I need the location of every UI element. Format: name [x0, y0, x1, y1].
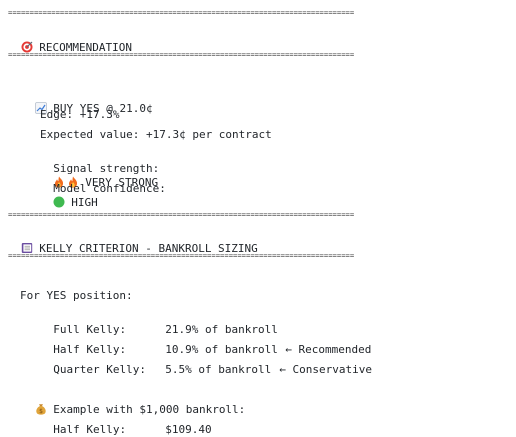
recommendation-action: BUY YES @ 21.0¢: [22, 88, 153, 115]
kelly-row-note: ← Conservative: [279, 363, 372, 376]
example-heading: $ Example with $1,000 bankroll:: [22, 389, 245, 416]
edge-value: Edge: +17.3%: [40, 108, 120, 121]
kelly-row-label: Quarter Kelly:: [53, 363, 146, 376]
kelly-row: Quarter Kelly: 5.5% of bankroll ← Conserva…: [40, 349, 372, 376]
expected-value: Expected value: +17.3¢ per contract: [40, 128, 272, 141]
position-label: For YES position:: [20, 289, 133, 302]
kelly-row-value: 5.5% of bankroll: [165, 363, 272, 376]
example-row: Half Kelly: $109.40: [40, 409, 211, 436]
recommendation-heading: RECOMMENDATION: [8, 27, 132, 54]
example-row-value: $109.40: [165, 423, 212, 436]
separator-rule: ========================================…: [8, 251, 355, 260]
model-confidence: Model confidence: HIGH: [40, 168, 166, 209]
green-circle-icon: [53, 196, 65, 208]
kelly-heading: KELLY CRITERION - BANKROLL SIZING: [8, 228, 258, 255]
separator-rule: ========================================…: [8, 8, 355, 17]
signal-strength: Signal strength: VERY STRONG: [40, 148, 159, 189]
separator-rule: ========================================…: [8, 210, 355, 219]
separator-rule: ========================================…: [8, 50, 355, 59]
confidence-label: Model confidence:: [53, 182, 166, 195]
kelly-row: Half Kelly: 10.9% of bankroll ← Recommende…: [40, 329, 371, 356]
example-row-label: Half Kelly:: [53, 423, 127, 436]
confidence-value: HIGH: [71, 196, 98, 209]
kelly-row: Full Kelly: 21.9% of bankroll: [40, 309, 285, 336]
